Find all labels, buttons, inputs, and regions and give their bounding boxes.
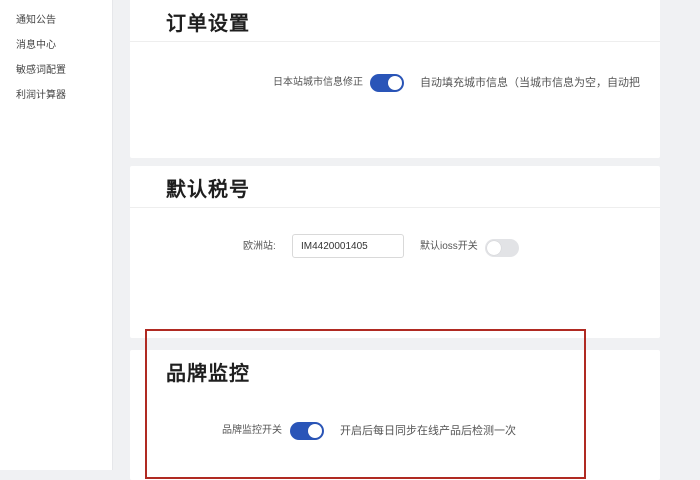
sidebar: … 通知公告 消息中心 敏感词配置 利润计算器	[0, 0, 113, 470]
sidebar-item-messages[interactable]: 消息中心	[16, 39, 56, 53]
eu-tax-number-input[interactable]	[292, 234, 404, 258]
brand-monitor-title: 品牌监控	[166, 363, 250, 385]
sidebar-item-cut[interactable]: …	[16, 0, 26, 5]
city-fix-toggle[interactable]	[370, 74, 404, 92]
order-settings-title: 订单设置	[166, 13, 250, 35]
default-tax-divider	[130, 207, 660, 208]
sidebar-item-notices[interactable]: 通知公告	[16, 14, 56, 28]
order-settings-card: 订单设置 日本站城市信息修正 自动填充城市信息（当城市信息为空，自动把	[130, 0, 660, 158]
city-fix-toggle-knob	[388, 76, 402, 90]
brand-monitor-toggle-knob	[308, 424, 322, 438]
eu-station-label: 欧洲站:	[243, 241, 276, 252]
order-settings-divider	[130, 41, 660, 42]
sidebar-item-profit-calculator[interactable]: 利润计算器	[16, 89, 66, 103]
brand-monitor-card: 品牌监控 品牌监控开关 开启后每日同步在线产品后检测一次	[130, 350, 660, 480]
sidebar-item-sensitive-words[interactable]: 敏感词配置	[16, 64, 66, 78]
ioss-toggle[interactable]	[485, 239, 519, 257]
ioss-label: 默认ioss开关	[420, 241, 478, 252]
brand-monitor-hint: 开启后每日同步在线产品后检测一次	[340, 425, 516, 437]
city-fix-label: 日本站城市信息修正	[273, 77, 363, 88]
brand-monitor-switch-label: 品牌监控开关	[222, 425, 282, 436]
city-fix-hint: 自动填充城市信息（当城市信息为空，自动把	[420, 77, 640, 89]
default-tax-card: 默认税号 欧洲站: 默认ioss开关	[130, 166, 660, 338]
ioss-toggle-knob	[487, 241, 501, 255]
default-tax-title: 默认税号	[166, 179, 250, 201]
right-edge-background	[660, 0, 700, 470]
brand-monitor-toggle[interactable]	[290, 422, 324, 440]
